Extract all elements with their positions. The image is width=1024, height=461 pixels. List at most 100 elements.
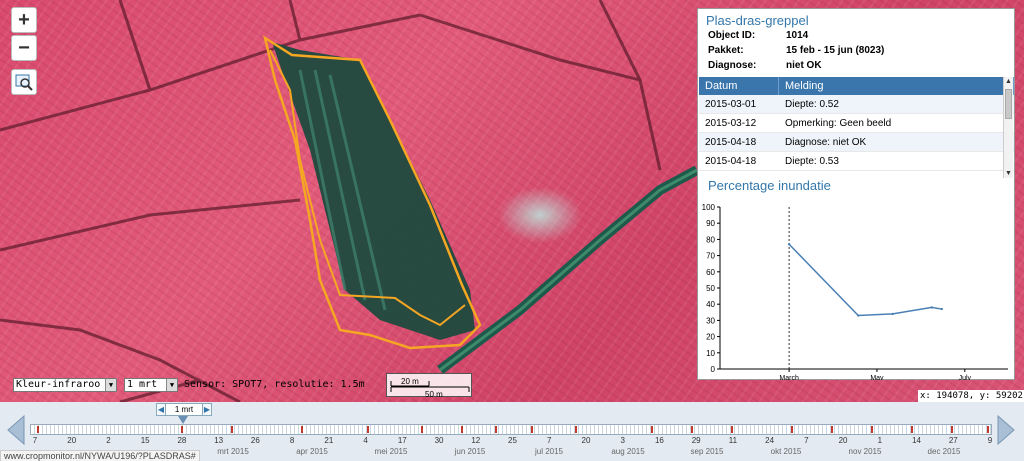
timeline-month-label: jun 2015 [454,447,486,456]
identify-tool-button[interactable] [11,69,37,95]
acquisition-marker[interactable] [37,426,39,433]
chevron-down-icon[interactable]: ▼ [105,379,116,391]
timeline[interactable]: ◀ 1 mrt ▶ 7 20 2 15 28 13 26 8 21 4 17 30 12 25 7 20 3 16… [0,402,1024,461]
acquisition-marker[interactable] [871,426,873,433]
cursor-date-label: 1 mrt [166,403,202,416]
timeline-month-label: okt 2015 [770,447,802,456]
scale-bottom-label: 50 m [425,390,443,398]
package-value: 15 feb - 15 jun (8023) [786,45,885,56]
cell-date: 2015-04-18 [705,137,757,148]
table-row[interactable]: 2015-04-18 Diepte: 0.53 [699,152,1014,171]
acquisition-marker[interactable] [367,426,369,433]
acquisition-marker[interactable] [531,426,533,433]
y-tick-label: 60 [706,268,715,277]
y-tick-label: 10 [706,349,715,358]
coordinate-readout: x: 194078, y: 592021 [918,390,1024,402]
zoom-in-button[interactable]: + [11,7,37,33]
y-tick-label: 100 [702,203,716,212]
timeline-tick-label: 7 [546,436,552,445]
timeline-tick-label: 12 [471,436,481,445]
table-row[interactable]: 2015-03-01 Diepte: 0.52 [699,95,1014,114]
scale-bar: 20 m 50 m [386,373,472,398]
timeline-tick-label: 24 [765,436,775,445]
timeline-tick-label: 20 [581,436,591,445]
scroll-thumb[interactable] [1005,89,1012,119]
acquisition-marker[interactable] [951,426,953,433]
acquisition-marker[interactable] [651,426,653,433]
timeline-tick-label: 7 [32,436,38,445]
timeline-month-label: apr 2015 [296,447,328,456]
scroll-up-icon[interactable]: ▲ [1004,77,1013,86]
acquisition-marker[interactable] [691,426,693,433]
column-header-date[interactable]: Datum [699,77,779,95]
cell-date: 2015-04-18 [705,156,757,167]
acquisition-marker[interactable] [791,426,793,433]
cell-message: Diepte: 0.53 [785,156,839,167]
cell-date: 2015-03-12 [705,118,757,129]
acquisition-marker[interactable] [461,426,463,433]
timeline-tick-label: 7 [804,436,809,445]
timeline-tick-label: 14 [912,436,921,445]
acquisition-marker[interactable] [181,426,183,433]
cell-message: Opmerking: Geen beeld [785,118,892,129]
acquisition-marker[interactable] [495,426,497,433]
timeline-cursor[interactable]: ◀ 1 mrt ▶ [156,403,212,416]
magnifier-icon [15,74,33,91]
next-date-button[interactable]: ▶ [202,403,212,416]
property-label: Object ID: [708,30,756,41]
property-label: Pakket: [708,45,744,56]
acquisition-marker[interactable] [301,426,303,433]
sensor-info: Sensor: SPOT7, resolutie: 1.5m [184,379,365,390]
data-point [940,307,943,311]
y-tick-label: 30 [706,316,715,325]
timeline-month-label: sep 2015 [690,447,724,456]
timeline-tick-label: 13 [214,436,224,445]
column-header-message[interactable]: Melding [779,77,1014,95]
inundation-chart: 0 10 20 30 40 50 60 70 80 90 100 March May July [702,203,1008,380]
property-label: Diagnose: [708,60,757,71]
acquisition-marker[interactable] [231,426,233,433]
panel-title: Plas-dras-greppel [706,13,809,28]
data-point [930,306,933,309]
timeline-tick-label: 1 [877,436,883,445]
feature-info-panel: Plas-dras-greppel Object ID: 1014 Pakket… [697,8,1015,380]
timeline-month-label: mrt 2015 [217,447,249,456]
table-scrollbar[interactable]: ▲ ▼ [1003,77,1013,178]
cell-message: Diagnose: niet OK [785,137,867,148]
date-select[interactable]: 1 mrt ▼ [124,378,178,392]
y-tick-label: 90 [706,219,715,228]
chevron-down-icon[interactable]: ▼ [166,379,177,391]
timeline-month-label: nov 2015 [848,447,882,456]
timeline-tick-label: 3 [620,436,625,445]
scroll-down-icon[interactable]: ▼ [1004,169,1013,178]
timeline-tick-label: 20 [838,436,848,445]
cell-date: 2015-03-01 [705,99,757,110]
acquisition-marker[interactable] [831,426,833,433]
previous-date-button[interactable]: ◀ [156,403,166,416]
data-point [787,243,791,246]
zoom-out-button[interactable]: − [11,35,37,61]
acquisition-marker[interactable] [731,426,733,433]
layer-select[interactable]: Kleur-infraroo ▼ [13,378,117,392]
table-row[interactable]: 2015-04-18 Diagnose: niet OK [699,133,1014,152]
messages-table: Datum Melding 2015-03-01 Diepte: 0.52 20… [699,77,1014,178]
timeline-tick-label: 28 [177,436,187,445]
timeline-month-label: aug 2015 [611,447,645,456]
acquisition-marker[interactable] [421,426,423,433]
y-tick-label: 0 [711,365,716,374]
timeline-tick-label: 8 [289,436,295,445]
diagnosis-value: niet OK [786,60,822,71]
timeline-tick-labels: 7 20 2 15 28 13 26 8 21 4 17 30 12 25 7 20 3 16 29 11 24 7 20 1… [0,435,1024,447]
y-tick-label: 80 [706,235,715,244]
timeline-tick-label: 16 [654,436,664,445]
series-line [788,243,942,317]
acquisition-marker[interactable] [987,426,989,433]
timeline-tick-label: 29 [691,436,701,445]
x-tick-label: May [870,375,884,380]
table-row[interactable]: 2015-03-12 Opmerking: Geen beeld [699,114,1014,133]
data-point [857,314,860,317]
timeline-track[interactable] [30,424,992,435]
acquisition-marker[interactable] [911,426,913,433]
acquisition-marker[interactable] [575,426,577,433]
timeline-tick-label: 30 [434,436,444,445]
